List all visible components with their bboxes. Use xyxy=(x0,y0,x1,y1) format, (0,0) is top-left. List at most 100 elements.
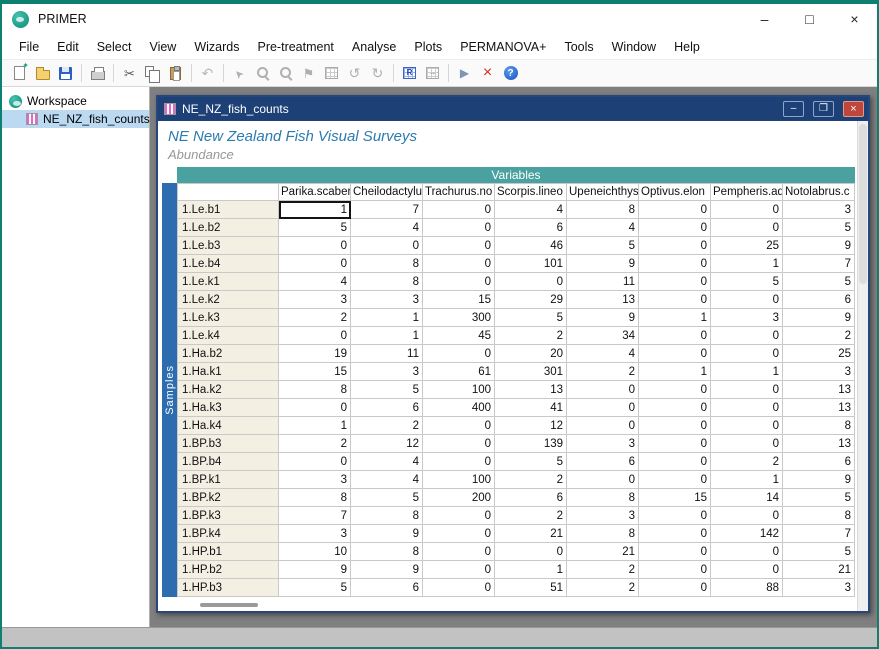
select-highlighted-icon[interactable]: R xyxy=(398,62,421,84)
data-cell[interactable]: 200 xyxy=(423,489,495,507)
data-cell[interactable]: 2 xyxy=(495,471,567,489)
data-cell[interactable]: 0 xyxy=(423,345,495,363)
data-cell[interactable]: 3 xyxy=(783,363,855,381)
print-icon[interactable] xyxy=(86,62,109,84)
data-cell[interactable]: 13 xyxy=(783,381,855,399)
data-cell[interactable]: 1 xyxy=(711,255,783,273)
data-cell[interactable]: 0 xyxy=(639,237,711,255)
column-header[interactable]: Parika.scaber xyxy=(279,183,351,201)
worksheet-close-button[interactable]: × xyxy=(843,101,864,117)
data-cell[interactable]: 0 xyxy=(279,237,351,255)
row-label[interactable]: 1.Le.k3 xyxy=(177,309,279,327)
row-label[interactable]: 1.Ha.k4 xyxy=(177,417,279,435)
data-cell[interactable]: 0 xyxy=(495,273,567,291)
column-header[interactable]: Optivus.elon xyxy=(639,183,711,201)
data-cell[interactable]: 8 xyxy=(279,489,351,507)
data-cell[interactable]: 5 xyxy=(351,489,423,507)
data-cell[interactable]: 0 xyxy=(423,435,495,453)
data-cell[interactable]: 2 xyxy=(279,309,351,327)
data-cell[interactable]: 2 xyxy=(495,507,567,525)
data-cell[interactable]: 12 xyxy=(351,435,423,453)
data-cell[interactable]: 0 xyxy=(567,381,639,399)
data-cell[interactable]: 13 xyxy=(495,381,567,399)
rotate-right-icon[interactable]: ↻ xyxy=(366,62,389,84)
menu-help[interactable]: Help xyxy=(665,37,709,57)
data-cell[interactable]: 0 xyxy=(423,453,495,471)
data-cell[interactable]: 400 xyxy=(423,399,495,417)
data-cell[interactable]: 5 xyxy=(783,273,855,291)
data-cell[interactable]: 0 xyxy=(639,399,711,417)
data-cell[interactable]: 15 xyxy=(279,363,351,381)
data-cell[interactable]: 1 xyxy=(279,201,351,219)
data-cell[interactable]: 51 xyxy=(495,579,567,597)
data-cell[interactable]: 6 xyxy=(495,489,567,507)
data-cell[interactable]: 0 xyxy=(279,255,351,273)
data-cell[interactable]: 8 xyxy=(351,273,423,291)
data-cell[interactable]: 0 xyxy=(639,525,711,543)
data-cell[interactable]: 0 xyxy=(639,543,711,561)
menu-plots[interactable]: Plots xyxy=(405,37,451,57)
menu-wizards[interactable]: Wizards xyxy=(185,37,248,57)
data-cell[interactable]: 101 xyxy=(495,255,567,273)
menu-edit[interactable]: Edit xyxy=(48,37,88,57)
cut-icon[interactable]: ✂ xyxy=(118,62,141,84)
data-cell[interactable]: 9 xyxy=(783,309,855,327)
data-cell[interactable]: 25 xyxy=(783,345,855,363)
row-label[interactable]: 1.BP.k3 xyxy=(177,507,279,525)
data-cell[interactable]: 0 xyxy=(639,255,711,273)
data-cell[interactable]: 0 xyxy=(711,417,783,435)
data-cell[interactable]: 6 xyxy=(351,579,423,597)
data-cell[interactable]: 2 xyxy=(567,363,639,381)
data-cell[interactable]: 5 xyxy=(279,579,351,597)
save-workspace-icon[interactable] xyxy=(54,62,77,84)
data-cell[interactable]: 0 xyxy=(567,471,639,489)
data-cell[interactable]: 0 xyxy=(639,417,711,435)
worksheet-minimize-button[interactable]: – xyxy=(783,101,804,117)
data-cell[interactable]: 0 xyxy=(279,327,351,345)
data-cell[interactable]: 5 xyxy=(495,453,567,471)
data-cell[interactable]: 100 xyxy=(423,471,495,489)
data-cell[interactable]: 4 xyxy=(351,453,423,471)
data-cell[interactable]: 8 xyxy=(567,525,639,543)
minimize-button[interactable]: – xyxy=(742,4,787,34)
data-cell[interactable]: 61 xyxy=(423,363,495,381)
data-cell[interactable]: 11 xyxy=(351,345,423,363)
data-cell[interactable]: 0 xyxy=(423,561,495,579)
data-cell[interactable]: 6 xyxy=(783,453,855,471)
run-analysis-icon[interactable]: ▶ xyxy=(453,62,476,84)
column-header[interactable]: Pempheris.ad xyxy=(711,183,783,201)
data-cell[interactable]: 3 xyxy=(279,291,351,309)
paste-icon[interactable] xyxy=(164,62,187,84)
workspace-root[interactable]: Workspace xyxy=(2,92,149,110)
data-cell[interactable]: 0 xyxy=(423,273,495,291)
copy-icon[interactable] xyxy=(141,62,164,84)
maximize-button[interactable]: □ xyxy=(787,4,832,34)
data-cell[interactable]: 300 xyxy=(423,309,495,327)
data-cell[interactable]: 0 xyxy=(423,417,495,435)
data-cell[interactable]: 1 xyxy=(351,327,423,345)
data-cell[interactable]: 0 xyxy=(423,219,495,237)
data-cell[interactable]: 8 xyxy=(567,489,639,507)
data-cell[interactable]: 139 xyxy=(495,435,567,453)
data-cell[interactable]: 45 xyxy=(423,327,495,345)
data-cell[interactable]: 12 xyxy=(495,417,567,435)
data-cell[interactable]: 4 xyxy=(279,273,351,291)
data-cell[interactable]: 13 xyxy=(567,291,639,309)
data-cell[interactable]: 5 xyxy=(711,273,783,291)
data-cell[interactable]: 8 xyxy=(783,417,855,435)
menu-select[interactable]: Select xyxy=(88,37,141,57)
data-cell[interactable]: 3 xyxy=(351,291,423,309)
data-cell[interactable]: 6 xyxy=(567,453,639,471)
data-cell[interactable]: 0 xyxy=(639,345,711,363)
data-cell[interactable]: 3 xyxy=(567,435,639,453)
data-cell[interactable]: 10 xyxy=(279,543,351,561)
data-cell[interactable]: 0 xyxy=(279,453,351,471)
data-cell[interactable]: 0 xyxy=(639,471,711,489)
data-cell[interactable]: 0 xyxy=(639,381,711,399)
data-cell[interactable]: 0 xyxy=(711,291,783,309)
data-cell[interactable]: 9 xyxy=(567,255,639,273)
data-cell[interactable]: 6 xyxy=(351,399,423,417)
data-cell[interactable]: 21 xyxy=(495,525,567,543)
data-cell[interactable]: 4 xyxy=(351,471,423,489)
data-cell[interactable]: 14 xyxy=(711,489,783,507)
